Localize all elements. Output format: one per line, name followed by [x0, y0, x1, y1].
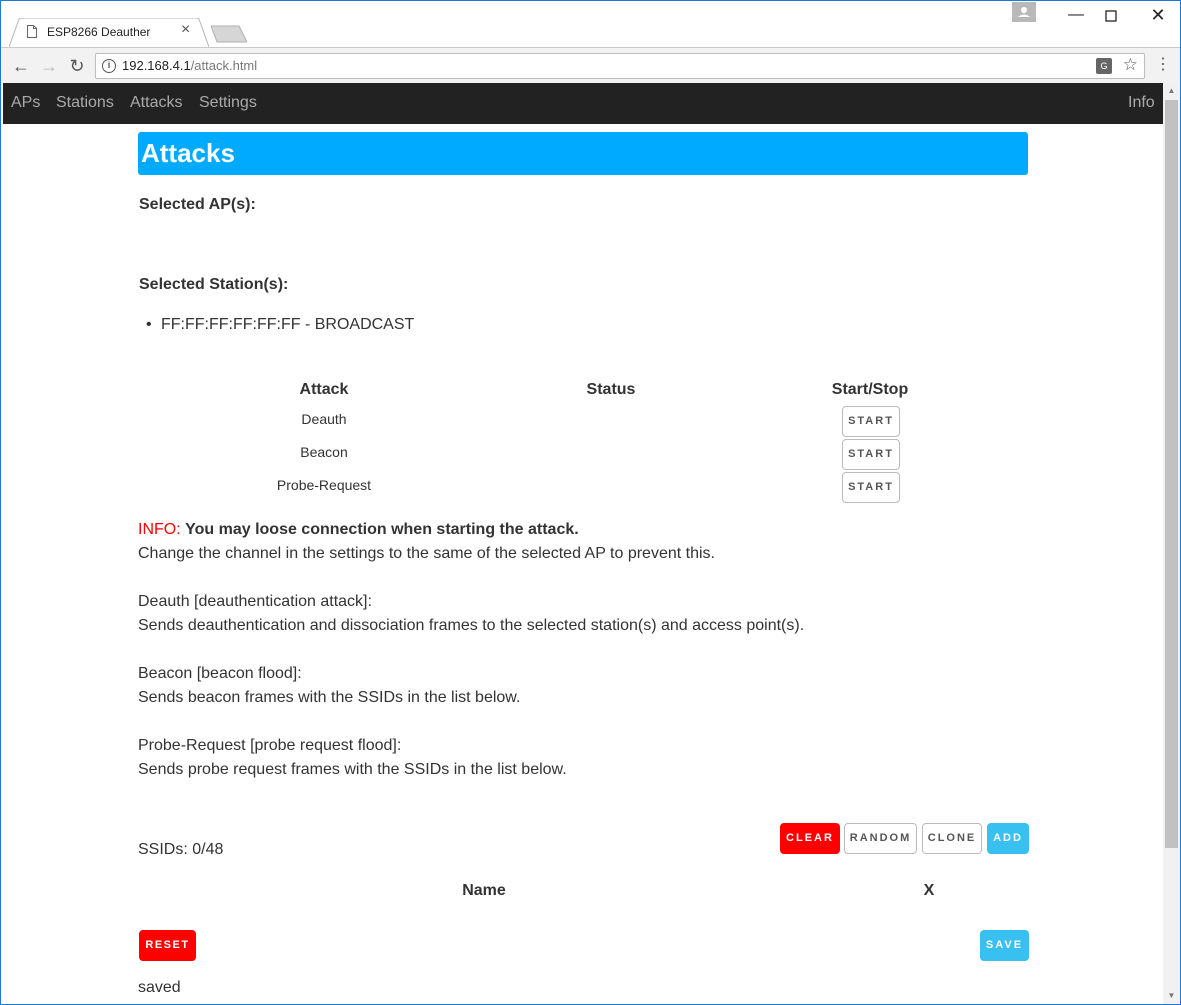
selected-stations-label: Selected Station(s):	[139, 276, 289, 293]
deauth-description-title: Deauth [deauthentication attack]:	[138, 593, 372, 610]
info-line: INFO: You may loose connection when star…	[138, 521, 579, 539]
save-status: saved	[138, 979, 181, 996]
vertical-scrollbar[interactable]: ▲ ▼	[1163, 83, 1180, 1004]
start-probe-request-button[interactable]: START	[842, 472, 900, 503]
page-title-bar: Attacks	[138, 132, 1028, 175]
user-icon	[1018, 7, 1030, 17]
tab-title[interactable]: ESP8266 Deauther	[47, 25, 150, 39]
start-stop-column-header: Start/Stop	[831, 381, 909, 398]
deauth-description-text: Sends deauthentication and dissociation …	[138, 617, 805, 634]
profile-button[interactable]	[1012, 2, 1036, 22]
document-icon	[27, 25, 37, 38]
probe-description-title: Probe-Request [probe request flood]:	[138, 737, 402, 754]
reload-icon[interactable]: ↻	[67, 56, 87, 76]
info-icon[interactable]: i	[102, 59, 116, 73]
selected-aps-label: Selected AP(s):	[139, 196, 256, 213]
url-text: 192.168.4.1/attack.html	[122, 58, 257, 73]
attack-column-header: Attack	[299, 381, 349, 398]
attack-name-probe-request: Probe-Request	[276, 477, 372, 493]
browser-menu-icon[interactable]: ⋮	[1155, 56, 1171, 74]
new-tab-button[interactable]	[211, 25, 247, 43]
beacon-description-title: Beacon [beacon flood]:	[138, 665, 302, 682]
back-icon[interactable]: ←	[11, 56, 31, 76]
maximize-icon	[1105, 10, 1117, 22]
scroll-thumb[interactable]	[1165, 100, 1178, 848]
ssid-delete-column-header: X	[923, 882, 935, 899]
info-warning: You may loose connection when starting t…	[185, 521, 579, 538]
nav-item-info[interactable]: Info	[1128, 94, 1155, 112]
scroll-down-icon[interactable]: ▼	[1163, 988, 1180, 1004]
page-title: Attacks	[141, 138, 235, 168]
reset-button[interactable]: RESET	[139, 930, 196, 961]
close-window-button[interactable]: ✕	[1143, 3, 1173, 29]
random-ssids-button[interactable]: RANDOM	[844, 823, 917, 854]
url-path: /attack.html	[190, 58, 258, 73]
info-prefix: INFO:	[138, 521, 181, 538]
start-beacon-button[interactable]: START	[842, 439, 900, 470]
bookmark-star-icon[interactable]: ☆	[1123, 55, 1138, 75]
browser-window: ESP8266 Deauther × — ✕ ← → ↻ i 192.168.4…	[0, 0, 1181, 1005]
page-viewport: APs Stations Attacks Settings Info Attac…	[3, 83, 1163, 1004]
nav-item-stations[interactable]: Stations	[56, 94, 114, 112]
forward-icon[interactable]: →	[39, 56, 59, 76]
probe-description-text: Sends probe request frames with the SSID…	[138, 761, 567, 778]
ssid-name-column-header: Name	[462, 882, 506, 899]
translate-icon[interactable]: G	[1096, 58, 1112, 74]
scroll-up-icon[interactable]: ▲	[1163, 83, 1180, 99]
browser-toolbar: ← → ↻ i 192.168.4.1/attack.html G ☆ ⋮	[1, 47, 1180, 83]
status-column-header: Status	[586, 381, 636, 398]
url-host: 192.168.4.1	[122, 58, 191, 73]
nav-item-aps[interactable]: APs	[11, 94, 40, 112]
minimize-button[interactable]: —	[1061, 3, 1091, 29]
maximize-button[interactable]	[1097, 3, 1127, 29]
add-ssid-button[interactable]: ADD	[987, 823, 1029, 854]
site-nav: APs Stations Attacks Settings Info	[3, 83, 1163, 124]
info-text: Change the channel in the settings to th…	[138, 545, 715, 562]
ssid-count: SSIDs: 0/48	[138, 841, 224, 858]
clear-ssids-button[interactable]: CLEAR	[780, 823, 840, 854]
attack-name-beacon: Beacon	[300, 444, 348, 460]
address-bar[interactable]: i 192.168.4.1/attack.html G ☆	[95, 53, 1145, 79]
beacon-description-text: Sends beacon frames with the SSIDs in th…	[138, 689, 521, 706]
station-list-item: FF:FF:FF:FF:FF:FF - BROADCAST	[146, 316, 414, 334]
clone-ssids-button[interactable]: CLONE	[922, 823, 982, 854]
nav-item-attacks[interactable]: Attacks	[130, 94, 182, 112]
attack-name-deauth: Deauth	[301, 411, 347, 427]
tab-strip: ESP8266 Deauther × — ✕	[1, 1, 1180, 47]
nav-item-settings[interactable]: Settings	[199, 94, 257, 112]
save-button[interactable]: SAVE	[980, 930, 1029, 961]
tab-close-icon[interactable]: ×	[181, 22, 190, 38]
start-deauth-button[interactable]: START	[842, 406, 900, 437]
